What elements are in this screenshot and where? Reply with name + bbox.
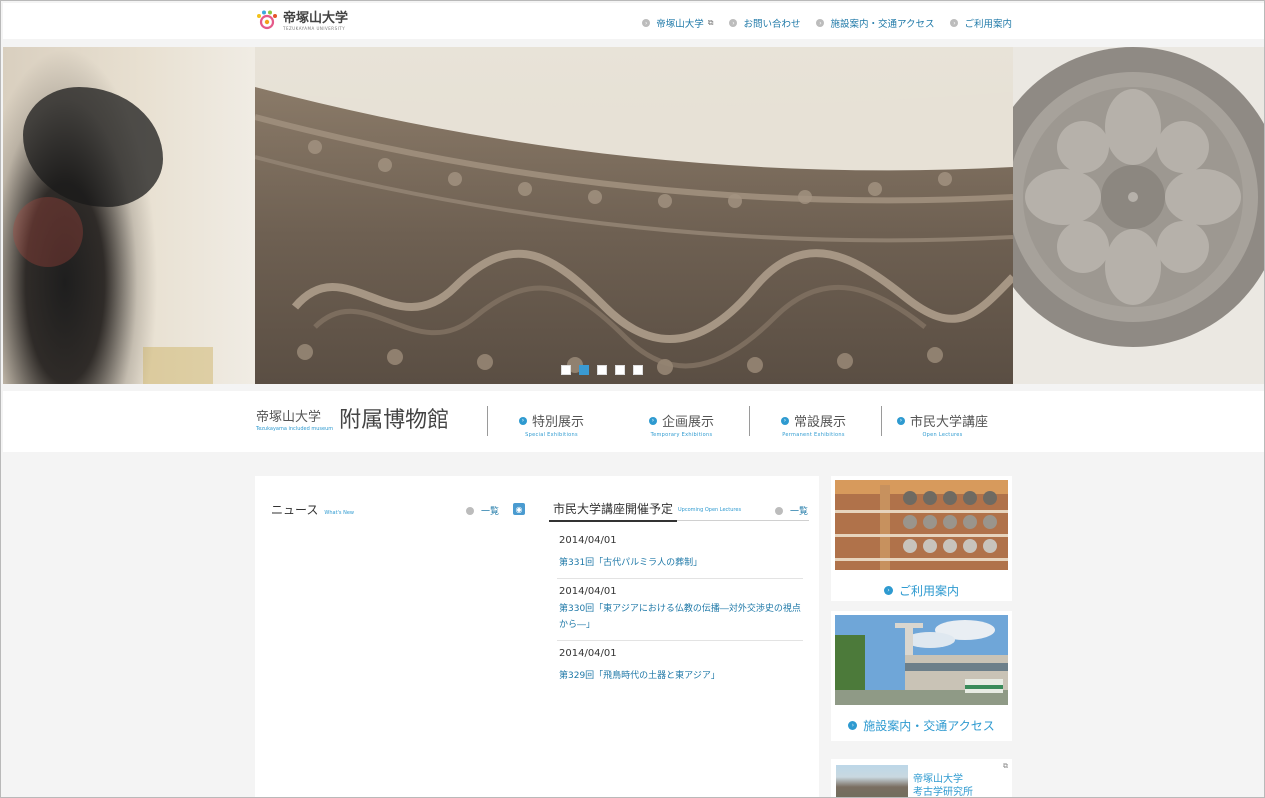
header-link-label: 施設案内・交通アクセス [830, 19, 935, 30]
slider-dot[interactable] [561, 365, 571, 375]
access-link[interactable]: › 施設案内・交通アクセス [831, 717, 1012, 734]
university-logo[interactable]: 帝塚山大学 TEZUKAYAMA UNIVERSITY [256, 8, 348, 34]
logo-subtext: TEZUKAYAMA UNIVERSITY [283, 25, 346, 31]
slider-pagination [561, 365, 643, 375]
slider-dot[interactable] [633, 365, 643, 375]
museum-title-english: Tezukayama included museum [256, 426, 334, 432]
nav-special-exhibitions[interactable]: › 特別展示 Special Exhibitions [519, 411, 584, 438]
header-link-label: ご利用案内 [964, 19, 1012, 30]
slider-dot[interactable] [597, 365, 607, 375]
nav-permanent-exhibitions[interactable]: › 常設展示 Permanent Exhibitions [781, 411, 846, 438]
museum-nav: 帝塚山大学 Tezukayama included museum 附属博物館 ›… [3, 391, 1264, 452]
nav-label: 常設展示 [794, 415, 847, 430]
header-link-guide[interactable]: › ご利用案内 [950, 16, 1012, 30]
nav-label-en: Special Exhibitions [525, 432, 578, 438]
round-tile-image [1013, 47, 1264, 347]
archaeology-institute-banner[interactable]: 帝塚山大学 考古学研究所 ⧉ [831, 759, 1012, 798]
header-link-contact[interactable]: › お問い合わせ [729, 16, 800, 30]
link-bullet-icon: › [816, 19, 825, 27]
nav-bullet-icon: › [897, 416, 905, 425]
nav-label: 特別展示 [532, 415, 585, 430]
lectures-more-label: 一覧 [790, 507, 809, 517]
header-link-access[interactable]: › 施設案内・交通アクセス [816, 16, 934, 30]
header-link-university[interactable]: › 帝塚山大学 ⧉ [642, 16, 713, 30]
nav-label-en: Permanent Exhibitions [782, 432, 845, 438]
browser-page: 帝塚山大学 TEZUKAYAMA UNIVERSITY › 帝塚山大学 ⧉ › … [0, 0, 1265, 798]
lectures-list: 2014/04/01 第331回「古代パルミラ人の葬制」 2014/04/01 … [557, 528, 803, 691]
external-link-icon: ⧉ [707, 18, 714, 27]
museum-title-main: 附属博物館 [339, 408, 450, 433]
nav-divider [749, 406, 750, 436]
access-link-label: 施設案内・交通アクセス [863, 719, 995, 733]
slider-dot[interactable] [615, 365, 625, 375]
link-bullet-icon [775, 506, 783, 515]
news-title: ニュース [271, 503, 319, 517]
nav-label: 企画展示 [662, 415, 715, 430]
rss-icon[interactable]: ◉ [513, 503, 525, 515]
institute-line1: 帝塚山大学 [913, 774, 963, 785]
link-bullet-icon: › [883, 586, 893, 595]
link-bullet-icon: › [729, 19, 738, 27]
nav-open-lectures[interactable]: › 市民大学講座 Open Lectures [897, 411, 988, 438]
logo-mark-icon [257, 10, 277, 30]
list-item: 2014/04/01 第330回「東アジアにおける仏教の伝播―対外交渉史の視点か… [557, 579, 803, 641]
link-bullet-icon: › [848, 721, 858, 730]
lectures-title: 市民大学講座開催予定 [549, 500, 678, 522]
guide-card[interactable]: › ご利用案内 [831, 476, 1012, 601]
roof-tile-image [255, 87, 1013, 384]
slide-preview-left [3, 47, 255, 384]
lecture-date: 2014/04/01 [559, 648, 617, 659]
guide-image [835, 480, 1008, 570]
link-bullet-icon: › [950, 19, 959, 27]
hero-slider[interactable] [3, 47, 1264, 384]
main-content: ニュース What's New 一覧 ◉ 市民大学講座開催予定 Upcoming… [255, 476, 819, 797]
header-link-label: 帝塚山大学 [656, 19, 704, 30]
link-bullet-icon: › [642, 19, 651, 27]
logo-text: 帝塚山大学 [283, 10, 349, 26]
access-image [835, 615, 1008, 705]
external-link-icon: ⧉ [1003, 762, 1008, 770]
nav-label-en: Temporary Exhibitions [650, 432, 713, 438]
lecture-date: 2014/04/01 [559, 535, 617, 546]
header-link-label: お問い合わせ [743, 19, 801, 30]
guide-link-label: ご利用案内 [898, 584, 959, 598]
nav-label-en: Open Lectures [922, 432, 963, 438]
list-item: 2014/04/01 第329回「飛鳥時代の土器と東アジア」 [557, 641, 803, 691]
link-bullet-icon [466, 506, 474, 515]
institute-line2: 考古学研究所 [913, 787, 973, 798]
museum-title[interactable]: 帝塚山大学 Tezukayama included museum 附属博物館 [256, 406, 450, 433]
slider-dot-active[interactable] [579, 365, 589, 375]
header-links: › 帝塚山大学 ⧉ › お問い合わせ › 施設案内・交通アクセス › ご利用案内 [642, 16, 1012, 30]
news-more-label: 一覧 [481, 507, 500, 517]
museum-title-university: 帝塚山大学 [256, 410, 322, 425]
slide-preview-right [1013, 47, 1264, 384]
nav-bullet-icon: › [649, 416, 657, 425]
nav-temporary-exhibitions[interactable]: › 企画展示 Temporary Exhibitions [649, 411, 714, 438]
nav-bullet-icon: › [519, 416, 527, 425]
nav-bullet-icon: › [781, 416, 789, 425]
list-item: 2014/04/01 第331回「古代パルミラ人の葬制」 [557, 528, 803, 579]
news-heading: ニュース What's New [271, 501, 354, 518]
access-card[interactable]: › 施設案内・交通アクセス [831, 611, 1012, 741]
lecture-date: 2014/04/01 [559, 586, 617, 597]
lecture-link[interactable]: 第331回「古代パルミラ人の葬制」 [559, 558, 702, 568]
institute-image [836, 765, 908, 797]
lecture-link[interactable]: 第330回「東アジアにおける仏教の伝播―対外交渉史の視点から―」 [559, 601, 801, 633]
nav-divider [881, 406, 882, 436]
lecture-link[interactable]: 第329回「飛鳥時代の土器と東アジア」 [559, 671, 720, 681]
lectures-heading: 市民大学講座開催予定 Upcoming Open Lectures [549, 497, 809, 522]
site-header: 帝塚山大学 TEZUKAYAMA UNIVERSITY › 帝塚山大学 ⧉ › … [3, 3, 1264, 39]
news-title-en: What's New [324, 510, 355, 516]
nav-label: 市民大学講座 [910, 415, 989, 430]
lectures-title-en: Upcoming Open Lectures [678, 507, 742, 513]
slide-current-image [255, 47, 1013, 384]
news-more-link[interactable]: 一覧 [466, 504, 499, 517]
guide-link[interactable]: › ご利用案内 [831, 582, 1012, 599]
nav-divider [487, 406, 488, 436]
lectures-more-link[interactable]: 一覧 [775, 504, 808, 517]
